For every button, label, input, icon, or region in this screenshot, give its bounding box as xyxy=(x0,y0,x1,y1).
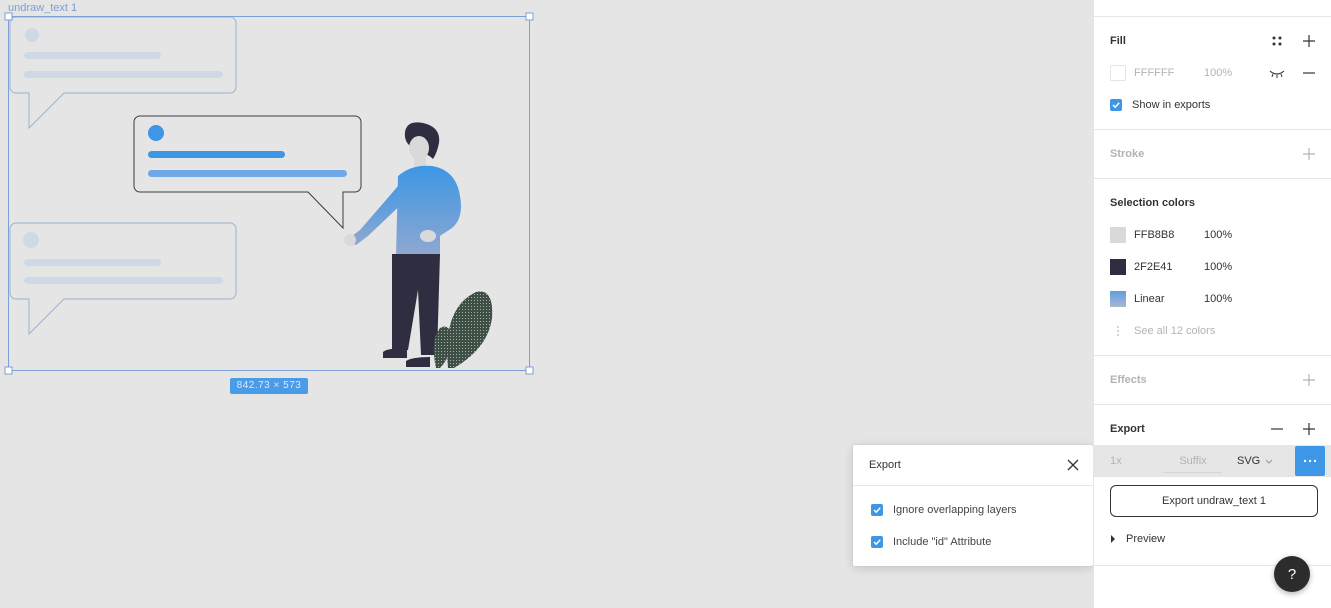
speech-bubble-top xyxy=(9,16,237,130)
fill-hex[interactable]: FFFFFF xyxy=(1134,67,1204,79)
color-hex[interactable]: FFB8B8 xyxy=(1134,229,1204,241)
export-format-select[interactable]: SVG xyxy=(1237,455,1260,467)
chevron-down-icon[interactable] xyxy=(1265,456,1273,468)
close-icon[interactable] xyxy=(1065,457,1081,473)
resize-handle-top-left[interactable] xyxy=(4,12,13,21)
selection-color-row[interactable]: FFB8B8 100% xyxy=(1110,227,1232,243)
export-suffix-field[interactable]: Suffix xyxy=(1164,449,1222,473)
more-horizontal-icon xyxy=(1303,459,1317,463)
more-vertical-icon xyxy=(1110,325,1126,337)
resize-handle-top-right[interactable] xyxy=(525,12,534,21)
resize-handle-bottom-left[interactable] xyxy=(4,366,13,375)
properties-panel: Fill FFFFFF 100% Show in exports Stroke … xyxy=(1093,0,1331,608)
color-opacity[interactable]: 100% xyxy=(1204,261,1232,273)
resize-handle-bottom-right[interactable] xyxy=(525,366,534,375)
add-export-plus-icon[interactable] xyxy=(1299,419,1319,439)
selection-colors-title: Selection colors xyxy=(1110,197,1195,209)
fill-row[interactable]: FFFFFF 100% xyxy=(1110,65,1232,81)
add-fill-plus-icon[interactable] xyxy=(1299,31,1319,51)
caret-right-icon xyxy=(1111,535,1115,543)
preview-toggle[interactable]: Preview xyxy=(1110,533,1165,545)
ignore-overlapping-option[interactable]: Ignore overlapping layers xyxy=(871,502,1017,518)
frame-artwork[interactable] xyxy=(0,0,560,400)
remove-fill-minus-icon[interactable] xyxy=(1299,63,1319,83)
dimensions-badge: 842.73 × 573 xyxy=(230,378,308,394)
color-hex[interactable]: Linear xyxy=(1134,293,1204,305)
help-button[interactable]: ? xyxy=(1274,556,1310,592)
export-button[interactable]: Export undraw_text 1 xyxy=(1110,485,1318,517)
color-swatch[interactable] xyxy=(1110,227,1126,243)
color-swatch[interactable] xyxy=(1110,291,1126,307)
preview-label: Preview xyxy=(1126,533,1166,545)
fill-section-title: Fill xyxy=(1110,35,1126,47)
eye-closed-icon[interactable] xyxy=(1267,63,1287,83)
include-id-option[interactable]: Include "id" Attribute xyxy=(871,534,991,550)
speech-bubble-middle xyxy=(133,115,362,230)
color-hex[interactable]: 2F2E41 xyxy=(1134,261,1204,273)
stroke-section-title: Stroke xyxy=(1110,148,1145,160)
color-swatch[interactable] xyxy=(1110,259,1126,275)
add-stroke-plus-icon[interactable] xyxy=(1299,144,1319,164)
show-in-exports-label: Show in exports xyxy=(1132,99,1211,111)
color-opacity[interactable]: 100% xyxy=(1204,229,1232,241)
export-settings-row: 1x Suffix SVG xyxy=(1094,445,1331,477)
plant-illustration xyxy=(433,291,493,368)
checkbox-include-id[interactable] xyxy=(871,536,883,548)
speech-bubble-bottom xyxy=(9,222,237,336)
popup-header: Export xyxy=(853,445,1093,486)
effects-section-title: Effects xyxy=(1110,374,1147,386)
popup-title: Export xyxy=(869,459,901,471)
see-all-colors-label[interactable]: See all 12 colors xyxy=(1134,325,1215,337)
option-label: Ignore overlapping layers xyxy=(893,504,1017,516)
add-effect-plus-icon[interactable] xyxy=(1299,370,1319,390)
selection-color-row[interactable]: 2F2E41 100% xyxy=(1110,259,1232,275)
show-in-exports-option[interactable]: Show in exports xyxy=(1110,97,1210,113)
export-scale-field[interactable]: 1x xyxy=(1110,455,1122,467)
checkbox-ignore-overlapping[interactable] xyxy=(871,504,883,516)
export-settings-popup: Export Ignore overlapping layers Include… xyxy=(853,445,1093,566)
selection-color-row[interactable]: Linear 100% xyxy=(1110,291,1232,307)
color-opacity[interactable]: 100% xyxy=(1204,293,1232,305)
export-more-options-button[interactable] xyxy=(1295,446,1325,476)
checkbox-show-in-exports[interactable] xyxy=(1110,99,1122,111)
fill-swatch[interactable] xyxy=(1110,65,1126,81)
style-grid-icon[interactable] xyxy=(1267,31,1287,51)
see-all-colors-link[interactable]: See all 12 colors xyxy=(1110,323,1215,339)
export-section-title: Export xyxy=(1110,423,1145,435)
fill-opacity[interactable]: 100% xyxy=(1204,67,1232,79)
remove-export-minus-icon[interactable] xyxy=(1267,419,1287,439)
option-label: Include "id" Attribute xyxy=(893,536,992,548)
